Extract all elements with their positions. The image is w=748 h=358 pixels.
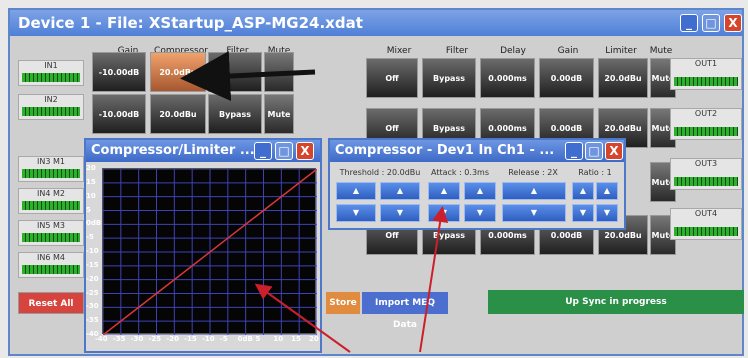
annotation-overlay <box>180 51 449 353</box>
red-arrow-to-graph <box>254 283 351 353</box>
red-arrow-to-compressor <box>419 206 449 353</box>
black-arrow-annotation <box>180 51 316 102</box>
